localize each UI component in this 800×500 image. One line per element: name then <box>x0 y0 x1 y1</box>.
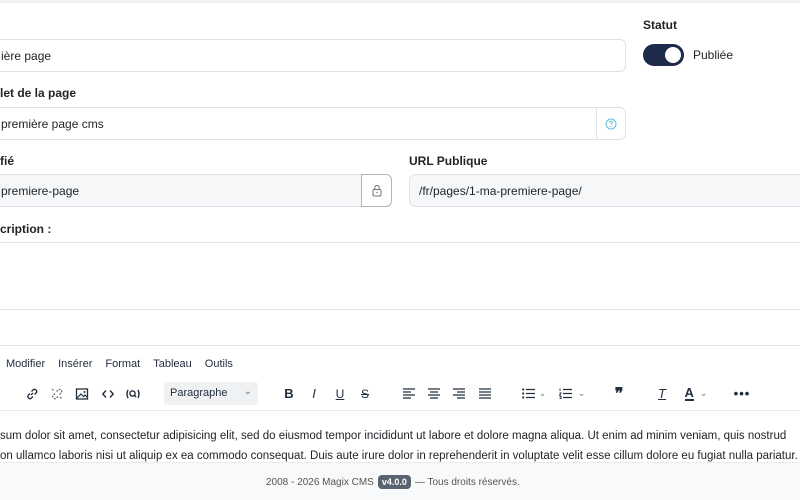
publish-toggle[interactable] <box>643 44 684 66</box>
slug-input[interactable]: premiere-page <box>0 174 362 207</box>
page-title-input[interactable]: ière page <box>0 39 626 72</box>
block-format-select[interactable]: Paragraphe ⌄ <box>164 382 258 405</box>
status-label: Statut <box>643 18 677 32</box>
description-label: cription : <box>0 222 52 236</box>
link-button[interactable] <box>22 380 42 407</box>
editor-content-line: sum dolor sit amet, consectetur adipisic… <box>0 430 787 442</box>
top-edge <box>0 0 800 3</box>
bullet-list-button[interactable]: ⌄ <box>519 380 549 407</box>
meta-title-input[interactable]: première page cms <box>0 107 597 140</box>
align-left-icon <box>403 388 415 399</box>
align-right-button[interactable] <box>451 380 467 407</box>
bold-button[interactable]: B <box>281 380 297 407</box>
slug-label: fié <box>0 154 15 168</box>
text-color-icon: A <box>684 385 694 401</box>
image-icon <box>75 387 89 400</box>
help-circle-icon <box>605 118 617 129</box>
code-button[interactable] <box>98 380 118 407</box>
justify-icon <box>479 388 491 399</box>
meta-title-label: let de la page <box>0 86 77 100</box>
align-right-icon <box>453 388 465 399</box>
link-icon <box>27 388 38 399</box>
clear-format-button[interactable]: T <box>654 380 670 407</box>
toggle-knob <box>665 47 681 63</box>
footer-rights: — Tous droits réservés. <box>414 476 520 488</box>
more-button[interactable]: ••• <box>733 380 751 407</box>
align-center-button[interactable] <box>426 380 442 407</box>
menu-format[interactable]: Format <box>105 358 140 370</box>
bullet-list-icon <box>521 388 535 399</box>
editor-toolbar: B I U S ⌄ ⌄ ❞ T A ⌄ ••• <box>0 380 800 407</box>
align-left-button[interactable] <box>401 380 417 407</box>
align-center-icon <box>428 388 440 399</box>
chevron-down-icon: ⌄ <box>538 388 547 398</box>
editor-content[interactable]: sum dolor sit amet, consectetur adipisic… <box>0 426 800 466</box>
editor-menubar: Modifier Insérer Format Tableau Outils <box>6 358 233 370</box>
editor-top-border <box>0 345 800 346</box>
chevron-down-icon: ⌄ <box>699 388 708 398</box>
publish-toggle-label: Publiée <box>693 48 734 62</box>
slug-lock-button[interactable] <box>361 174 392 207</box>
justify-button[interactable] <box>477 380 493 407</box>
version-badge: v4.0.0 <box>377 475 411 489</box>
lock-icon <box>372 184 381 197</box>
image-button[interactable] <box>72 380 92 407</box>
menu-outils[interactable]: Outils <box>205 358 233 370</box>
chevron-down-icon: ⌄ <box>243 386 252 397</box>
strikethrough-button[interactable]: S <box>357 380 373 407</box>
underline-button[interactable]: U <box>332 380 348 407</box>
public-url-label: URL Publique <box>409 154 488 168</box>
unlink-icon <box>51 388 63 399</box>
search-replace-icon <box>126 389 140 398</box>
menu-tableau[interactable]: Tableau <box>153 358 192 370</box>
text-color-button[interactable]: A ⌄ <box>679 380 713 407</box>
italic-button[interactable]: I <box>307 380 321 407</box>
unlink-button[interactable] <box>47 380 67 407</box>
numbered-list-button[interactable]: ⌄ <box>555 380 589 407</box>
code-icon <box>101 389 115 398</box>
public-url-input[interactable]: /fr/pages/1-ma-premiere-page/ <box>409 174 800 207</box>
block-format-value: Paragraphe <box>170 387 228 399</box>
description-textarea[interactable] <box>0 242 800 310</box>
page-footer: 2008 - 2026 Magix CMS v4.0.0 — Tous droi… <box>0 463 800 500</box>
menu-modifier[interactable]: Modifier <box>6 358 45 370</box>
chevron-down-icon: ⌄ <box>577 388 586 398</box>
footer-copyright: 2008 - 2026 Magix CMS <box>266 476 374 488</box>
blockquote-button[interactable]: ❞ <box>611 380 627 407</box>
numbered-list-icon <box>558 388 572 399</box>
toolbar-divider <box>0 410 800 411</box>
meta-title-help-button[interactable] <box>596 107 626 140</box>
preview-button[interactable] <box>123 380 143 407</box>
menu-inserer[interactable]: Insérer <box>58 358 92 370</box>
